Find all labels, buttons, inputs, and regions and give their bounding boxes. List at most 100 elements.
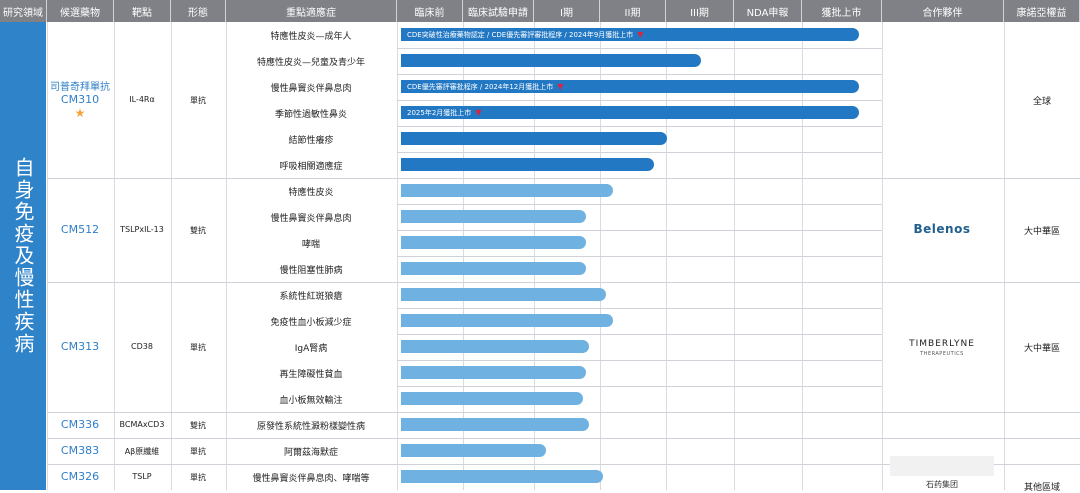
drug-name-cell: CM383 bbox=[47, 444, 113, 457]
header-cell: 臨床試驗申請 bbox=[463, 0, 534, 22]
indication-label: 慢性鼻竇炎伴鼻息肉、哮喘等 bbox=[252, 474, 370, 484]
column-divider bbox=[882, 22, 883, 490]
drug-name-cell: CM512 bbox=[47, 223, 113, 236]
header-cell: 形態 bbox=[171, 0, 226, 22]
progress-bar bbox=[401, 132, 667, 145]
drug-code: CM383 bbox=[60, 444, 100, 457]
indication-label: 系統性紅斑狼瘡 bbox=[279, 292, 343, 302]
drug-code: CM310 bbox=[60, 93, 100, 106]
target-cell: TSLP bbox=[132, 472, 152, 481]
row-divider bbox=[397, 126, 882, 127]
row-divider bbox=[397, 48, 882, 49]
drug-code: CM336 bbox=[60, 418, 100, 431]
indication-label: 阿爾茲海默症 bbox=[283, 448, 338, 458]
row-divider bbox=[397, 360, 882, 361]
indication-label: 再生障礙性貧血 bbox=[279, 370, 343, 380]
partner-name: TIMBERLYNE bbox=[909, 339, 975, 349]
indication-label: 特應性皮炎 bbox=[288, 188, 334, 198]
header-cell: III期 bbox=[666, 0, 734, 22]
modality-cell: 單抗 bbox=[190, 96, 206, 105]
annotation-text: CDE突破性治療藥物認定 / CDE優先審評審批程序 / 2024年9月獲批上市 bbox=[407, 31, 634, 39]
indication-label: 免疫性血小板減少症 bbox=[270, 318, 352, 328]
group-divider bbox=[47, 282, 1080, 283]
research-area-label: 自身免疫及慢性疾病 bbox=[0, 22, 46, 490]
group-divider bbox=[47, 438, 1080, 439]
indication-label: 哮喘 bbox=[301, 240, 320, 250]
progress-bar bbox=[401, 366, 586, 379]
progress-bar bbox=[401, 54, 701, 67]
header-cell: II期 bbox=[600, 0, 666, 22]
indication-label: 季節性過敏性鼻炎 bbox=[274, 110, 347, 120]
annotation-text: 2025年2月獲批上市 bbox=[407, 109, 472, 117]
drug-code: CM326 bbox=[60, 470, 100, 483]
annotation-text: CDE優先審評審批程序 / 2024年12月獲批上市 bbox=[407, 83, 554, 91]
bar-annotation: CDE優先審評審批程序 / 2024年12月獲批上市 ▼ bbox=[407, 80, 563, 93]
rights-cell: 大中華區 bbox=[1023, 227, 1060, 237]
bar-annotation: CDE突破性治療藥物認定 / CDE優先審評審批程序 / 2024年9月獲批上市… bbox=[407, 28, 643, 41]
row-divider bbox=[397, 308, 882, 309]
progress-bar bbox=[401, 418, 590, 431]
header-cell: 獲批上市 bbox=[802, 0, 882, 22]
row-divider bbox=[397, 74, 882, 75]
progress-bar bbox=[401, 340, 590, 353]
indication-label: 血小板無效輸注 bbox=[279, 396, 343, 406]
header-cell: NDA申報 bbox=[734, 0, 802, 22]
target-cell: CD38 bbox=[131, 342, 153, 351]
indication-label: 原發性系統性澱粉樣變性病 bbox=[256, 422, 365, 432]
row-divider bbox=[397, 204, 882, 205]
header-cell: 康諾亞權益 bbox=[1004, 0, 1080, 22]
progress-bar: CDE突破性治療藥物認定 / CDE優先審評審批程序 / 2024年9月獲批上市… bbox=[401, 28, 860, 41]
rights-cell: 其他區域 bbox=[1023, 483, 1060, 493]
modality-cell: 雙抗 bbox=[190, 421, 206, 430]
header-cell: 研究領域 bbox=[0, 0, 47, 22]
target-cell: IL-4Rα bbox=[129, 95, 155, 104]
indication-label: 特應性皮炎—兒童及青少年 bbox=[256, 58, 365, 68]
drug-name-cell: CM313 bbox=[47, 340, 113, 353]
progress-bar bbox=[401, 210, 586, 223]
star-icon: ★ bbox=[74, 106, 86, 120]
progress-bar bbox=[401, 262, 586, 275]
partner-name: Belenos bbox=[913, 222, 971, 236]
indication-label: 結節性癢疹 bbox=[288, 136, 334, 146]
group-divider bbox=[47, 412, 1080, 413]
flag-icon: ▼ bbox=[475, 108, 482, 117]
header-cell: 合作夥伴 bbox=[882, 0, 1004, 22]
progress-bar bbox=[401, 288, 607, 301]
indication-label: 慢性鼻竇炎伴鼻息肉 bbox=[270, 214, 352, 224]
target-cell: Aβ原纖維 bbox=[124, 447, 160, 456]
rights-cell: 大中華區 bbox=[1023, 344, 1060, 354]
drug-code: CM313 bbox=[60, 340, 100, 353]
flag-icon: ▼ bbox=[637, 30, 644, 39]
progress-bar: CDE優先審評審批程序 / 2024年12月獲批上市 ▼ bbox=[401, 80, 860, 93]
progress-bar bbox=[401, 236, 586, 249]
target-cell: TSLPxIL-13 bbox=[120, 225, 164, 234]
indication-label: 特應性皮炎—成年人 bbox=[270, 32, 352, 42]
row-divider bbox=[397, 152, 882, 153]
row-divider bbox=[397, 256, 882, 257]
modality-cell: 單抗 bbox=[190, 343, 206, 352]
modality-cell: 單抗 bbox=[190, 447, 206, 456]
indication-label: 慢性鼻竇炎伴鼻息肉 bbox=[270, 84, 352, 94]
progress-bar bbox=[401, 392, 583, 405]
drug-name-cell: CM336 bbox=[47, 418, 113, 431]
row-divider bbox=[397, 100, 882, 101]
drug-name-cell: 司普奇拜單抗 CM310 ★ bbox=[47, 78, 113, 120]
partner-logo: TIMBERLYNE THERAPEUTICS bbox=[882, 339, 1002, 359]
row-divider bbox=[397, 334, 882, 335]
header-cell: 靶點 bbox=[114, 0, 171, 22]
watermark-logo: 石药集团 bbox=[890, 456, 994, 489]
progress-bar bbox=[401, 158, 654, 171]
progress-bar bbox=[401, 314, 613, 327]
header-cell: 重點適應症 bbox=[226, 0, 397, 22]
column-divider bbox=[1004, 22, 1005, 490]
indication-label: 呼吸相關適應症 bbox=[279, 162, 343, 172]
modality-cell: 雙抗 bbox=[190, 226, 206, 235]
header-cell: 臨床前 bbox=[397, 0, 463, 22]
progress-bar bbox=[401, 470, 603, 483]
drug-chinese-name: 司普奇拜單抗 bbox=[50, 82, 110, 93]
watermark-text: 石药集团 bbox=[926, 479, 958, 489]
drug-name-cell: CM326 bbox=[47, 470, 113, 483]
drug-code: CM512 bbox=[60, 223, 100, 236]
partner-subtitle: THERAPEUTICS bbox=[920, 351, 964, 357]
progress-bar bbox=[401, 444, 546, 457]
